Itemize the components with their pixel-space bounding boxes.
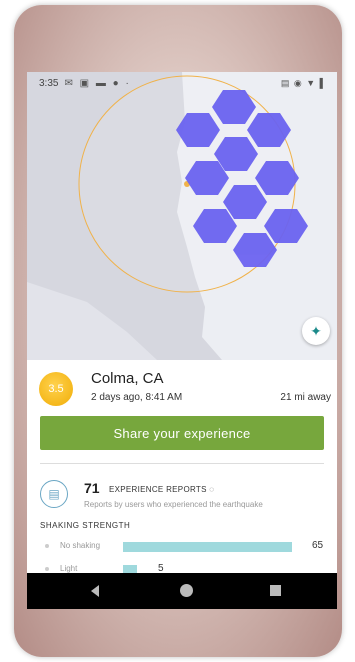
earthquake-map[interactable]: 3:35 ✉ ▣ ▬ ● · ▤ ◉ ▼ ▌ ✦ [27, 72, 337, 360]
earthquake-summary[interactable]: 3.5 Colma, CA 2 days ago, 8:41 AM 21 mi … [39, 370, 331, 410]
compass-icon: ✦ [310, 322, 322, 339]
earthquake-distance: 21 mi away [280, 392, 331, 403]
status-time: 3:35 [39, 77, 59, 89]
bullet-icon [45, 567, 49, 571]
android-nav-bar [27, 573, 337, 609]
clipboard-icon: ▤ [40, 480, 68, 508]
back-icon[interactable] [91, 585, 99, 597]
earthquake-location: Colma, CA [91, 370, 164, 387]
earthquake-time: 2 days ago, 8:41 AM [91, 392, 183, 403]
compass-button[interactable]: ✦ [302, 317, 330, 345]
reports-subtitle: Reports by users who experienced the ear… [84, 500, 263, 509]
magnitude-badge: 3.5 [39, 372, 73, 406]
reports-count: 71 [84, 480, 100, 496]
shaking-row: No shaking 65 [40, 540, 330, 554]
shaking-count: 65 [312, 540, 324, 551]
divider [40, 463, 324, 464]
bullet-icon [45, 544, 49, 548]
notification-icons: ✉ ▣ ▬ ● · [64, 77, 131, 89]
map-canvas [27, 72, 337, 360]
system-status-icons: ▤ ◉ ▼ ▌ [280, 77, 327, 88]
shaking-label: No shaking [60, 541, 101, 550]
shaking-label: Light [60, 564, 78, 573]
recent-apps-icon[interactable] [270, 585, 281, 596]
shaking-strength-title: SHAKING STRENGTH [40, 521, 131, 530]
status-bar: 3:35 ✉ ▣ ▬ ● · ▤ ◉ ▼ ▌ [27, 72, 337, 94]
reports-label[interactable]: EXPERIENCE REPORTS ◌ [109, 485, 214, 494]
shaking-bar [123, 542, 292, 552]
app-screen: 3:35 ✉ ▣ ▬ ● · ▤ ◉ ▼ ▌ ✦ 3.5 Colma, CA 2… [27, 72, 337, 609]
share-experience-button[interactable]: Share your experience [40, 416, 324, 450]
home-icon[interactable] [180, 584, 193, 597]
